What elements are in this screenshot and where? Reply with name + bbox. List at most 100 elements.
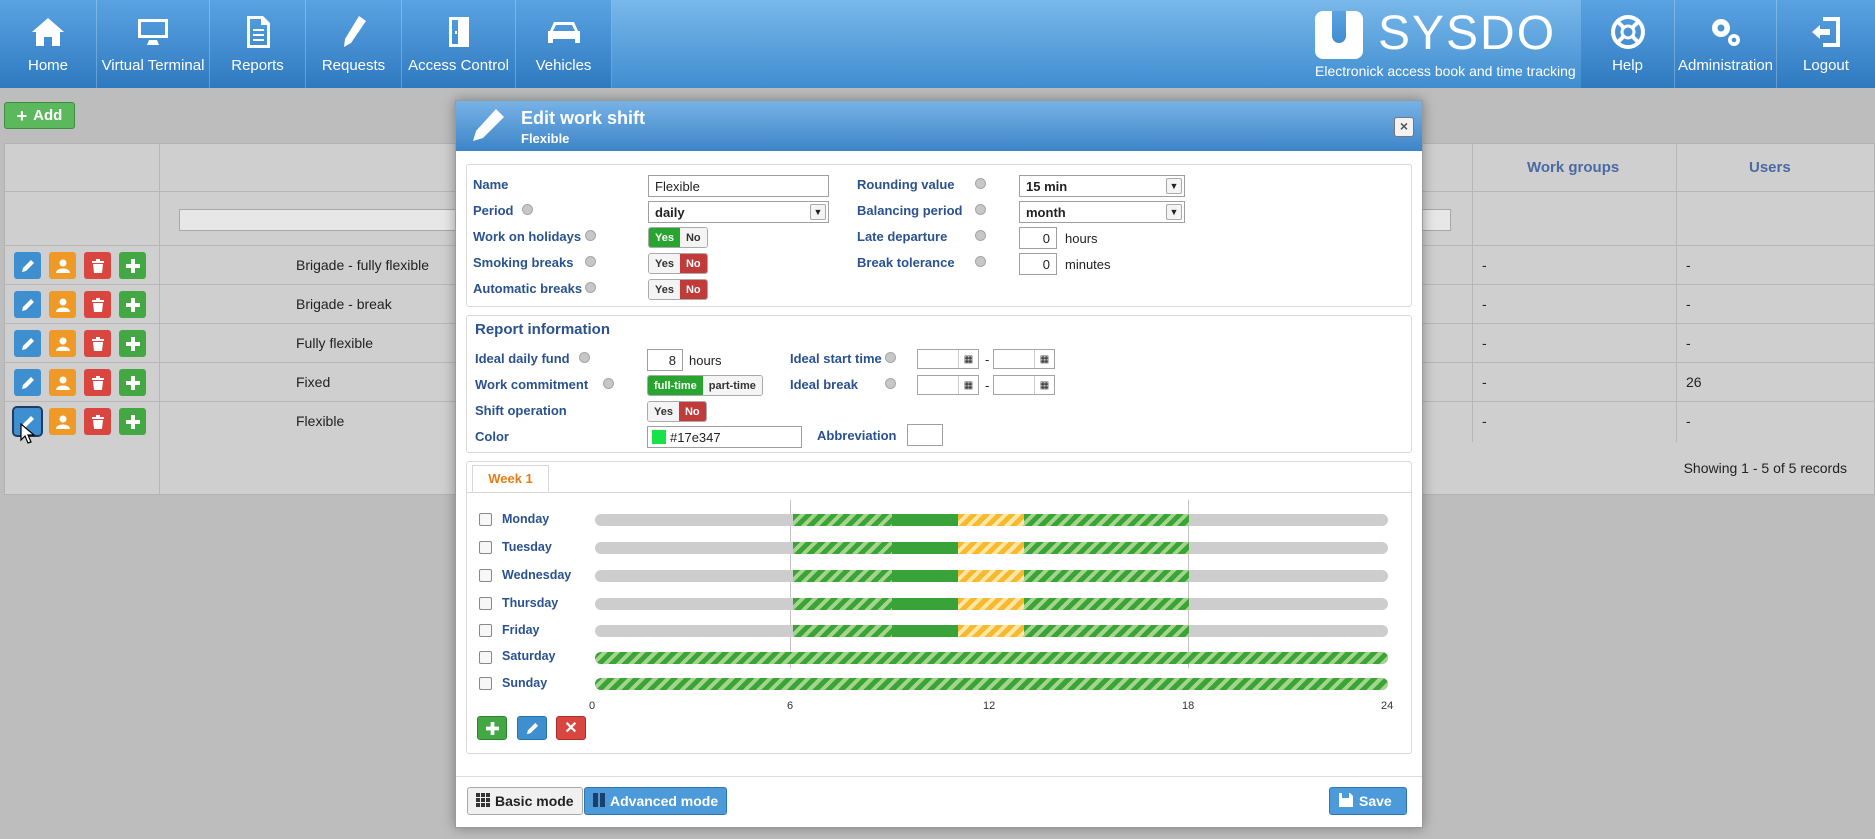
- toggle-no[interactable]: No: [678, 402, 706, 421]
- nav-administration[interactable]: Administration: [1675, 0, 1777, 88]
- start-time-to-input[interactable]: ▦: [993, 349, 1055, 369]
- nav-requests[interactable]: Requests: [306, 0, 402, 88]
- edit-interval-button[interactable]: [517, 716, 547, 740]
- copy-button[interactable]: [119, 369, 146, 396]
- day-timeline-bar[interactable]: [595, 598, 1388, 610]
- auto-breaks-toggle[interactable]: Yes No: [648, 279, 708, 300]
- calendar-icon[interactable]: ▦: [958, 350, 978, 368]
- edit-button[interactable]: [14, 369, 41, 396]
- abbreviation-input[interactable]: [907, 424, 943, 446]
- remove-interval-button[interactable]: ✕: [556, 716, 586, 740]
- delete-button[interactable]: [84, 330, 111, 357]
- report-information-panel: Report information Ideal daily fund 8 ho…: [466, 315, 1412, 453]
- balancing-select[interactable]: month ▼: [1019, 201, 1185, 223]
- column-work-groups[interactable]: Work groups: [1527, 159, 1619, 176]
- help-icon[interactable]: [603, 378, 614, 389]
- delete-button[interactable]: [84, 291, 111, 318]
- period-select[interactable]: daily ▼: [648, 201, 829, 223]
- add-interval-button[interactable]: [477, 716, 507, 740]
- help-icon[interactable]: [885, 352, 896, 363]
- day-checkbox[interactable]: [479, 513, 492, 526]
- nav-reports[interactable]: Reports: [210, 0, 306, 88]
- basic-mode-button[interactable]: Basic mode: [467, 787, 583, 815]
- name-input[interactable]: Flexible: [648, 175, 829, 197]
- copy-button[interactable]: [119, 330, 146, 357]
- delete-button[interactable]: [84, 252, 111, 279]
- copy-button[interactable]: [119, 252, 146, 279]
- advanced-mode-button[interactable]: Advanced mode: [584, 787, 728, 815]
- assign-user-button[interactable]: [49, 291, 76, 318]
- edit-button[interactable]: [14, 291, 41, 318]
- day-timeline-bar[interactable]: [595, 652, 1388, 664]
- toggle-no[interactable]: No: [679, 280, 707, 299]
- toggle-part-time[interactable]: part-time: [702, 376, 762, 395]
- copy-button[interactable]: [119, 291, 146, 318]
- filter-input[interactable]: [179, 209, 456, 231]
- day-timeline-bar[interactable]: [595, 514, 1388, 526]
- assign-user-button[interactable]: [49, 408, 76, 435]
- work-commitment-toggle[interactable]: full-time part-time: [647, 375, 763, 396]
- delete-button[interactable]: [84, 408, 111, 435]
- help-icon[interactable]: [585, 230, 596, 241]
- day-checkbox[interactable]: [479, 624, 492, 637]
- day-timeline-bar[interactable]: [595, 625, 1388, 637]
- help-icon[interactable]: [585, 282, 596, 293]
- help-icon[interactable]: [975, 178, 986, 189]
- nav-virtual-terminal[interactable]: Virtual Terminal: [97, 0, 210, 88]
- column-users[interactable]: Users: [1749, 159, 1791, 176]
- assign-user-button[interactable]: [49, 369, 76, 396]
- rounding-select[interactable]: 15 min ▼: [1019, 175, 1185, 197]
- core-time-segment: [1024, 514, 1189, 526]
- edit-button[interactable]: [14, 330, 41, 357]
- day-checkbox[interactable]: [479, 597, 492, 610]
- toggle-yes[interactable]: Yes: [649, 280, 680, 299]
- toggle-full-time[interactable]: full-time: [648, 376, 703, 395]
- start-time-from-input[interactable]: ▦: [917, 349, 979, 369]
- holidays-toggle[interactable]: Yes No: [648, 227, 708, 248]
- late-departure-input[interactable]: 0: [1019, 227, 1057, 249]
- day-checkbox[interactable]: [479, 541, 492, 554]
- day-checkbox[interactable]: [479, 569, 492, 582]
- smoking-toggle[interactable]: Yes No: [648, 253, 708, 274]
- help-icon[interactable]: [885, 378, 896, 389]
- delete-button[interactable]: [84, 369, 111, 396]
- edit-button[interactable]: [14, 252, 41, 279]
- nav-home[interactable]: Home: [0, 0, 97, 88]
- assign-user-button[interactable]: [49, 330, 76, 357]
- shift-operation-toggle[interactable]: Yes No: [647, 401, 707, 422]
- help-icon[interactable]: [975, 230, 986, 241]
- help-icon[interactable]: [975, 204, 986, 215]
- toggle-no[interactable]: No: [679, 228, 707, 247]
- toggle-no[interactable]: No: [679, 254, 707, 273]
- color-input[interactable]: #17e347: [647, 426, 802, 448]
- help-icon[interactable]: [522, 204, 533, 215]
- break-to-input[interactable]: ▦: [993, 375, 1055, 395]
- break-tolerance-input[interactable]: 0: [1019, 253, 1057, 275]
- calendar-icon[interactable]: ▦: [1034, 376, 1054, 394]
- save-button[interactable]: Save: [1329, 787, 1407, 815]
- help-icon[interactable]: [585, 256, 596, 267]
- toggle-yes[interactable]: Yes: [649, 254, 680, 273]
- copy-button[interactable]: [119, 408, 146, 435]
- day-timeline-bar[interactable]: [595, 570, 1388, 582]
- day-timeline-bar[interactable]: [595, 542, 1388, 554]
- day-checkbox[interactable]: [479, 651, 492, 664]
- help-icon[interactable]: [579, 352, 590, 363]
- tab-week-1[interactable]: Week 1: [472, 465, 549, 492]
- day-timeline-bar[interactable]: [595, 678, 1388, 690]
- day-checkbox[interactable]: [479, 677, 492, 690]
- add-button[interactable]: + Add: [4, 102, 75, 129]
- break-from-input[interactable]: ▦: [917, 375, 979, 395]
- nav-logout[interactable]: Logout: [1777, 0, 1875, 88]
- nav-help[interactable]: Help: [1581, 0, 1675, 88]
- help-icon[interactable]: [975, 256, 986, 267]
- daily-fund-input[interactable]: 8: [647, 349, 683, 371]
- calendar-icon[interactable]: ▦: [1034, 350, 1054, 368]
- nav-vehicles[interactable]: Vehicles: [516, 0, 612, 88]
- assign-user-button[interactable]: [49, 252, 76, 279]
- toggle-yes[interactable]: Yes: [649, 228, 680, 247]
- calendar-icon[interactable]: ▦: [958, 376, 978, 394]
- toggle-yes[interactable]: Yes: [648, 402, 679, 421]
- close-button[interactable]: ×: [1394, 117, 1414, 137]
- nav-access-control[interactable]: Access Control: [402, 0, 516, 88]
